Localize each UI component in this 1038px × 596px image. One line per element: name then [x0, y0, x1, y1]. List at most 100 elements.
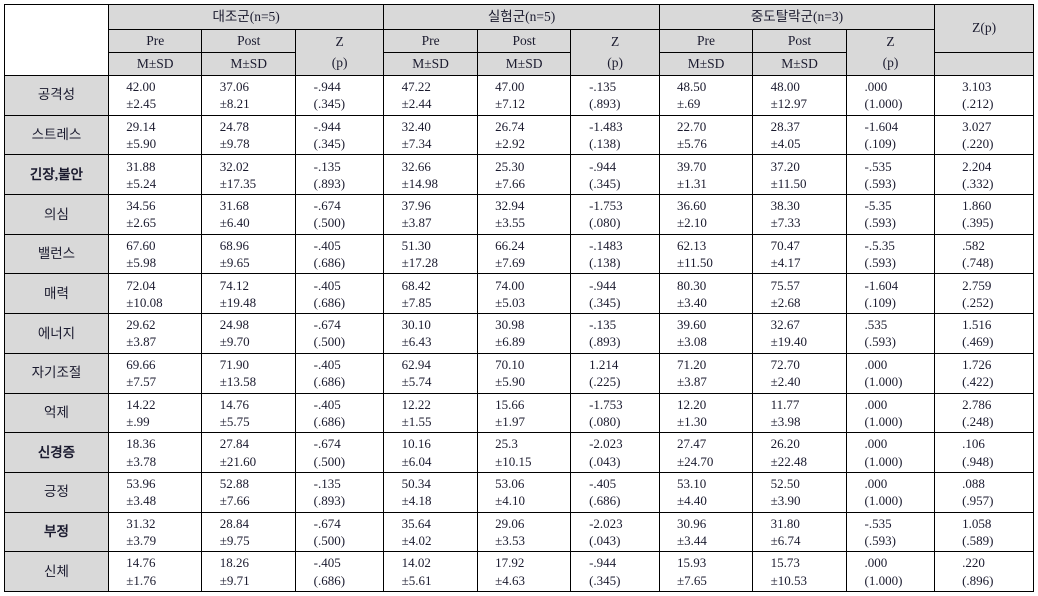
sd-value: ±3.40: [677, 294, 707, 310]
value-stack: 75.57 ±2.68: [771, 277, 829, 311]
mean-value: 32.66: [401, 158, 431, 174]
cell-dropout-post: 72.70 ±2.40: [752, 352, 847, 394]
header-experimental-z: Z (p): [570, 29, 660, 76]
value-stack: 12.20 ±1.30: [677, 396, 735, 430]
p-value: (.422): [962, 374, 994, 390]
table-row: 억제 14.22 ±.99 14.76 ±5.75 -.405 (.686) 12.22 ±1.…: [4, 392, 1034, 434]
cell-dropout-z: .000 (1.000): [845, 392, 936, 434]
mean-value: 18.36: [126, 436, 156, 452]
mean-value: 72.70: [770, 357, 800, 372]
sd-value: ±5.90: [126, 136, 157, 152]
cell-overall-zp: 2.786 (.248): [934, 392, 1034, 434]
mean-value: 22.70: [677, 118, 707, 134]
cell-experimental-post: 26.74 ±2.92: [476, 114, 572, 156]
value-stack: -1.604 (.109): [865, 118, 917, 152]
p-value: (.686): [589, 493, 621, 509]
value-stack: 22.70 ±5.76: [677, 118, 735, 152]
mean-value: 25.3: [495, 436, 518, 452]
cell-control-z: -.135 (.893): [294, 471, 385, 513]
sd-value: ±6.43: [401, 334, 432, 350]
mean-value: 27.47: [677, 436, 707, 452]
cell-dropout-pre: 15.93 ±7.65: [658, 551, 754, 592]
p-value: (.345): [313, 96, 346, 112]
mean-value: 14.76: [219, 396, 249, 412]
value-stack: -.944 (.345): [589, 554, 641, 588]
mean-value: 17.92: [495, 555, 525, 571]
p-value: (.948): [962, 453, 994, 469]
cell-control-post: 14.76 ±5.75: [201, 392, 296, 434]
cell-experimental-post: 30.98 ±6.89: [476, 313, 572, 354]
mean-value: 53.06: [495, 476, 525, 492]
cell-control-pre: 42.00 ±2.45: [107, 75, 203, 116]
sd-value: ±21.60: [219, 453, 257, 469]
z-value: 1.058: [962, 515, 992, 531]
cell-control-post: 18.26 ±9.71: [201, 551, 296, 592]
sd-value: ±9.71: [219, 572, 250, 588]
cell-control-z: -.405 (.686): [294, 352, 385, 394]
sd-value: ±3.08: [677, 334, 707, 350]
sd-value: ±7.34: [401, 136, 432, 152]
cell-experimental-z: 1.214 (.225): [570, 352, 660, 394]
cell-dropout-pre: 39.60 ±3.08: [658, 313, 754, 354]
cell-dropout-post: 37.20 ±11.50: [752, 154, 847, 196]
mean-value: 28.37: [770, 118, 800, 134]
value-stack: 15.73 ±10.53: [771, 554, 829, 588]
mean-value: 31.88: [126, 158, 156, 174]
sd-value: ±3.87: [677, 374, 707, 390]
sd-value: ±24.70: [677, 453, 714, 469]
cell-control-post: 71.90 ±13.58: [201, 352, 296, 394]
value-stack: 69.66 ±7.57: [126, 356, 184, 390]
mean-value: 29.62: [126, 317, 156, 333]
sd-value: ±7.69: [495, 255, 526, 271]
mean-value: 14.22: [126, 396, 156, 412]
row-label: 에너지: [4, 313, 109, 354]
cell-control-z: -.944 (.345): [294, 114, 385, 156]
cell-overall-zp: 1.516 (.469): [934, 313, 1034, 354]
value-stack: -.535 (.593): [865, 515, 917, 549]
sd-value: ±1.30: [677, 413, 707, 429]
cell-control-pre: 69.66 ±7.57: [107, 352, 203, 394]
value-stack: 39.70 ±1.31: [677, 158, 735, 192]
row-label: 자기조절: [4, 352, 109, 394]
cell-experimental-post: 47.00 ±7.12: [476, 75, 572, 116]
cell-overall-zp: 1.726 (.422): [934, 352, 1034, 394]
mean-value: 80.30: [677, 277, 707, 293]
value-stack: 29.62 ±3.87: [126, 316, 184, 350]
value-stack: -1.483 (.138): [589, 118, 641, 152]
cell-dropout-z: -.535 (.593): [845, 154, 936, 196]
value-stack: 26.20 ±22.48: [771, 435, 829, 469]
cell-experimental-pre: 10.16 ±6.04: [383, 432, 478, 473]
header-experimental-pre: Pre: [383, 29, 478, 53]
value-stack: 15.93 ±7.65: [677, 554, 735, 588]
sd-value: ±13.58: [219, 374, 257, 390]
sd-value: ±3.87: [126, 334, 157, 350]
z-value: .088: [962, 476, 985, 492]
row-label: 스트레스: [4, 114, 109, 156]
header-control-z-label: Z: [335, 34, 344, 50]
cell-dropout-z: -5.35 (.593): [845, 194, 936, 235]
cell-dropout-post: 26.20 ±22.48: [752, 432, 847, 473]
value-stack: 28.37 ±4.05: [771, 118, 829, 152]
p-value: (1.000): [864, 413, 903, 429]
cell-control-z: -.405 (.686): [294, 392, 385, 434]
value-stack: 29.14 ±5.90: [126, 118, 184, 152]
value-stack: 32.94 ±3.55: [495, 197, 553, 231]
row-label: 매력: [4, 273, 109, 315]
z-value: .535: [864, 317, 888, 333]
mean-value: 14.02: [401, 555, 431, 571]
value-stack: 1.860 (.395): [962, 197, 1006, 231]
value-stack: 52.50 ±3.90: [771, 475, 829, 509]
sd-value: ±5.03: [495, 294, 526, 310]
p-value: (.080): [589, 413, 621, 429]
value-stack: 30.98 ±6.89: [495, 316, 553, 350]
p-value: (.686): [313, 294, 346, 310]
header-experimental-z-label: Z: [610, 34, 620, 50]
cell-dropout-z: -1.604 (.109): [845, 114, 936, 156]
sd-value: ±2.68: [770, 294, 801, 310]
mean-value: 31.32: [126, 515, 156, 531]
header-experimental-pre-msd: M±SD: [383, 52, 478, 76]
cell-control-post: 27.84 ±21.60: [201, 432, 296, 473]
value-stack: 39.60 ±3.08: [677, 316, 735, 350]
mean-value: 32.02: [219, 158, 249, 174]
cell-dropout-pre: 53.10 ±4.40: [658, 471, 754, 513]
